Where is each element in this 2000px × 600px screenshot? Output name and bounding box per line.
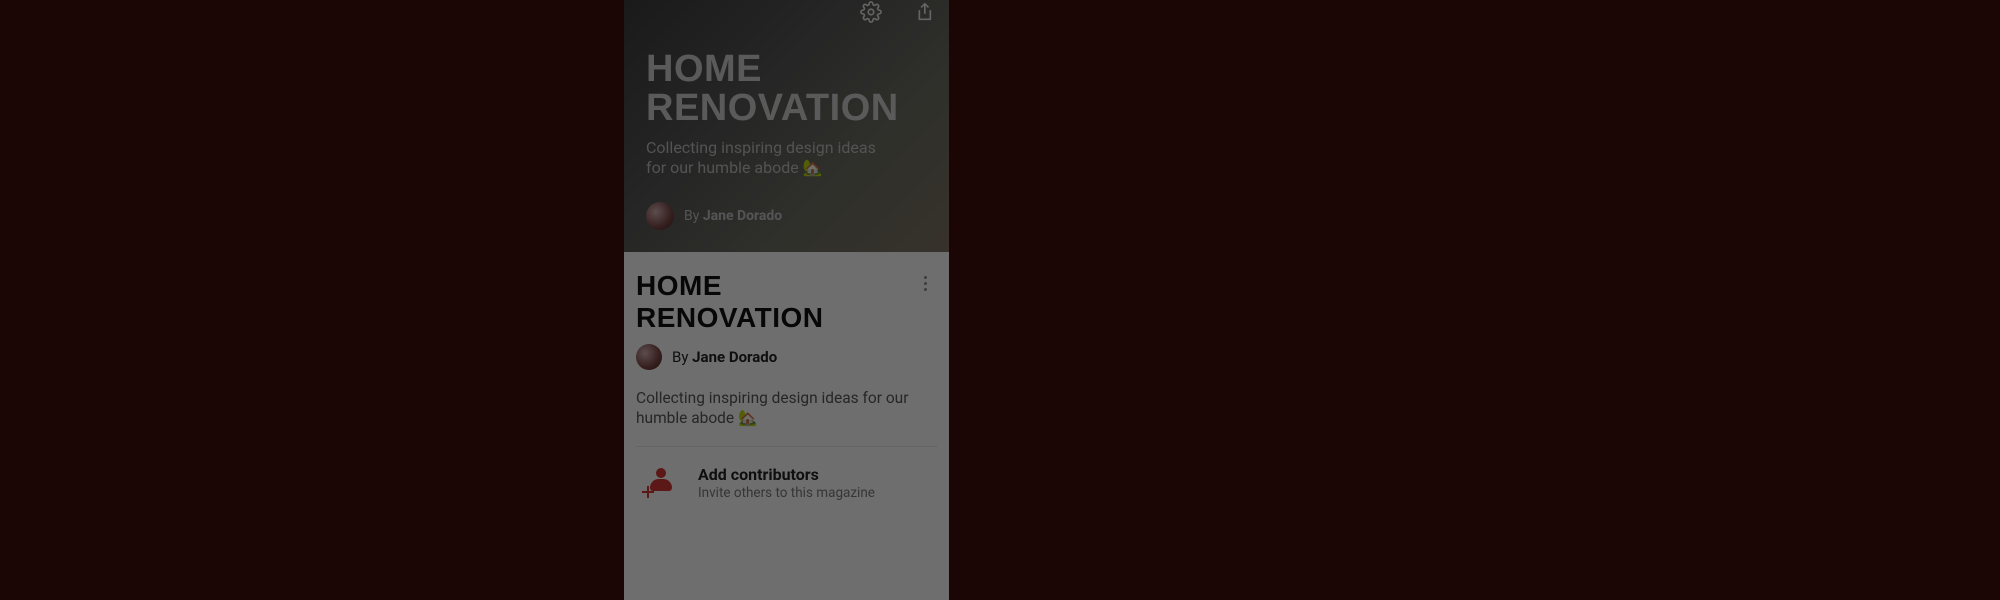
avatar [636, 344, 662, 370]
section-author-row[interactable]: By Jane Dorado [636, 344, 937, 370]
hero-author-row[interactable]: By Jane Dorado [646, 202, 782, 230]
add-contributors-button[interactable]: Add contributors Invite others to this m… [636, 447, 937, 519]
hero-byline: By Jane Dorado [684, 208, 782, 224]
phone-screen: HOME RENOVATION Collecting inspiring des… [624, 0, 949, 600]
more-icon[interactable] [913, 270, 937, 291]
dim-overlay [0, 0, 2000, 600]
section-description: Collecting inspiring design ideas for ou… [636, 388, 937, 428]
section-title: HOME RENOVATION [636, 270, 913, 334]
share-icon[interactable] [911, 0, 935, 24]
hero-description: Collecting inspiring design ideas for ou… [646, 138, 876, 178]
gear-icon[interactable] [859, 0, 883, 24]
contributors-title: Add contributors [698, 465, 875, 484]
add-person-icon [642, 466, 676, 500]
magazine-details: HOME RENOVATION By Jane Dorado Collectin… [624, 252, 949, 519]
contributors-subtitle: Invite others to this magazine [698, 485, 875, 501]
magazine-hero: HOME RENOVATION Collecting inspiring des… [624, 0, 949, 252]
section-byline: By Jane Dorado [672, 348, 777, 366]
hero-title: HOME RENOVATION [646, 50, 927, 128]
avatar [646, 202, 674, 230]
